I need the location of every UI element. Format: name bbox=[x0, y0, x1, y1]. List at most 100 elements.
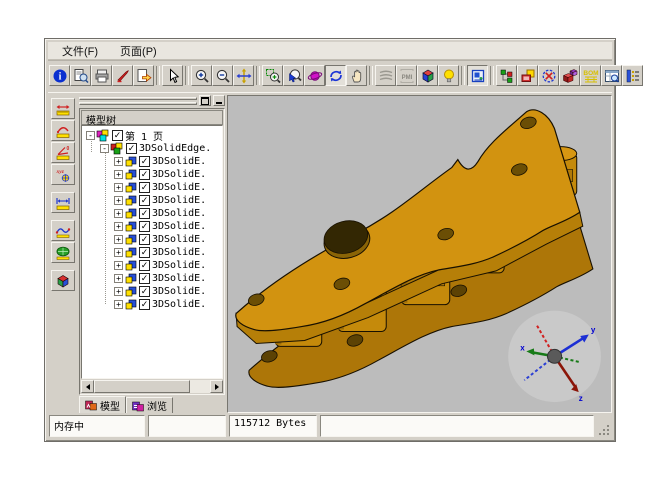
measure-area-button[interactable] bbox=[51, 242, 75, 263]
checkbox-checked[interactable]: ✓ bbox=[139, 260, 150, 271]
zoom-select-button[interactable] bbox=[283, 65, 304, 86]
zoom-in-button[interactable] bbox=[191, 65, 212, 86]
layers-button[interactable] bbox=[375, 65, 396, 86]
expander-plus[interactable]: + bbox=[114, 196, 123, 205]
orientation-gizmo[interactable]: x y z bbox=[508, 311, 601, 403]
print-preview-button[interactable] bbox=[70, 65, 91, 86]
menu-file[interactable]: 文件(F) bbox=[62, 43, 98, 59]
tree-row-part[interactable]: +✓3DSolidE. bbox=[82, 272, 222, 285]
tree-list-button[interactable] bbox=[622, 65, 643, 86]
expander-plus[interactable]: + bbox=[114, 287, 123, 296]
expander-plus[interactable]: + bbox=[114, 274, 123, 283]
tree-row-part[interactable]: +✓3DSolidE. bbox=[82, 168, 222, 181]
measure-distance-button[interactable] bbox=[51, 98, 75, 119]
view-cube-button[interactable] bbox=[417, 65, 438, 86]
expander-minus[interactable]: - bbox=[86, 131, 95, 140]
checkbox-checked[interactable]: ✓ bbox=[112, 130, 123, 141]
snapshot-button[interactable] bbox=[517, 65, 538, 86]
svg-text:xyz: xyz bbox=[56, 169, 65, 175]
measure-gap-button[interactable] bbox=[51, 192, 75, 213]
tree-row-part[interactable]: +✓3DSolidE. bbox=[82, 207, 222, 220]
scroll-right-button[interactable] bbox=[210, 380, 223, 393]
tree-row-part[interactable]: +✓3DSolidE. bbox=[82, 233, 222, 246]
panel-gripper[interactable] bbox=[79, 97, 197, 105]
checkbox-checked[interactable]: ✓ bbox=[139, 286, 150, 297]
checkbox-checked[interactable]: ✓ bbox=[139, 273, 150, 284]
spin-button[interactable] bbox=[325, 65, 346, 86]
tree-row-part[interactable]: +✓3DSolidE. bbox=[82, 194, 222, 207]
scroll-track[interactable] bbox=[190, 380, 210, 393]
measure-curve-button[interactable] bbox=[51, 120, 75, 141]
viewport-3d[interactable]: x y z bbox=[227, 95, 612, 413]
scroll-left-button[interactable] bbox=[81, 380, 94, 393]
measure-box-button[interactable] bbox=[51, 270, 75, 291]
select-button[interactable] bbox=[162, 65, 183, 86]
checkbox-checked[interactable]: ✓ bbox=[139, 169, 150, 180]
checkbox-checked[interactable]: ✓ bbox=[126, 143, 137, 154]
pmi-button[interactable]: PMI bbox=[396, 65, 417, 86]
resize-grip[interactable] bbox=[597, 415, 611, 437]
checkbox-checked[interactable]: ✓ bbox=[139, 195, 150, 206]
tree-row-part[interactable]: +✓3DSolidE. bbox=[82, 220, 222, 233]
info-button[interactable]: i bbox=[49, 65, 70, 86]
tree-row-page[interactable]: - ✓ 第 1 页 bbox=[82, 129, 222, 142]
checkbox-checked[interactable]: ✓ bbox=[139, 247, 150, 258]
markup-button[interactable] bbox=[112, 65, 133, 86]
print-button[interactable] bbox=[91, 65, 112, 86]
report-table-button[interactable] bbox=[601, 65, 622, 86]
toolbar-separator bbox=[156, 66, 160, 85]
zoom-window-button[interactable] bbox=[262, 65, 283, 86]
measure-coordinate-button[interactable]: xyz bbox=[51, 164, 75, 185]
expander-plus[interactable]: + bbox=[114, 300, 123, 309]
desktop: { "menu": { "file": "文件(F)", "page": "页面… bbox=[0, 0, 660, 477]
orbit-button[interactable] bbox=[304, 65, 325, 86]
expander-plus[interactable]: + bbox=[114, 248, 123, 257]
export-file-icon bbox=[136, 68, 152, 84]
tree-label: 3DSolidE. bbox=[152, 182, 206, 193]
update-view-button[interactable] bbox=[538, 65, 559, 86]
tree-row-part[interactable]: +✓3DSolidE. bbox=[82, 285, 222, 298]
assembly-tree-button[interactable] bbox=[496, 65, 517, 86]
measure-polyline-button[interactable] bbox=[51, 220, 75, 241]
tree-row-part[interactable]: +✓3DSolidE. bbox=[82, 298, 222, 311]
notebook-button[interactable] bbox=[467, 65, 488, 86]
tab-model[interactable]: 模型 bbox=[79, 396, 126, 413]
main-area: 0 xyz 模型树 bbox=[48, 93, 612, 413]
tree-row-assembly[interactable]: - ✓ 3DSolidEdge. bbox=[82, 142, 222, 155]
zoom-out-button[interactable] bbox=[212, 65, 233, 86]
checkbox-checked[interactable]: ✓ bbox=[139, 234, 150, 245]
tree-label: 3DSolidE. bbox=[152, 260, 206, 271]
parts-button[interactable] bbox=[559, 65, 580, 86]
pan-button[interactable] bbox=[233, 65, 254, 86]
panel-restore-button[interactable] bbox=[199, 95, 211, 106]
panel-minimize-button[interactable] bbox=[213, 95, 225, 106]
expander-minus[interactable]: - bbox=[100, 144, 109, 153]
tree-row-part[interactable]: +✓3DSolidE. bbox=[82, 246, 222, 259]
bom-button[interactable]: BOM bbox=[580, 65, 601, 86]
checkbox-checked[interactable]: ✓ bbox=[139, 221, 150, 232]
expander-plus[interactable]: + bbox=[114, 170, 123, 179]
tree-row-part[interactable]: +✓3DSolidE. bbox=[82, 155, 222, 168]
expander-plus[interactable]: + bbox=[114, 222, 123, 231]
checkbox-checked[interactable]: ✓ bbox=[139, 299, 150, 310]
scroll-thumb[interactable] bbox=[94, 380, 190, 393]
export-button[interactable] bbox=[133, 65, 154, 86]
tree-row-part[interactable]: + ✓3DSolidE. bbox=[82, 181, 222, 194]
tree-hscrollbar[interactable] bbox=[81, 380, 223, 393]
checkbox-checked[interactable]: ✓ bbox=[139, 182, 150, 193]
model-tree[interactable]: - ✓ 第 1 页 - ✓ 3DSolidEdge. +✓3DSolidE. +… bbox=[81, 125, 223, 379]
status-memory: 内存中 bbox=[49, 415, 145, 437]
pan-hand-button[interactable] bbox=[346, 65, 367, 86]
tree-row-part[interactable]: + ✓3DSolidE. bbox=[82, 259, 222, 272]
measure-angle-button[interactable]: 0 bbox=[51, 142, 75, 163]
expander-plus[interactable]: + bbox=[114, 183, 123, 192]
light-button[interactable] bbox=[438, 65, 459, 86]
checkbox-checked[interactable]: ✓ bbox=[139, 208, 150, 219]
menu-page[interactable]: 页面(P) bbox=[120, 43, 157, 59]
expander-plus[interactable]: + bbox=[114, 261, 123, 270]
expander-plus[interactable]: + bbox=[114, 235, 123, 244]
expander-plus[interactable]: + bbox=[114, 157, 123, 166]
checkbox-checked[interactable]: ✓ bbox=[139, 156, 150, 167]
tab-browse[interactable]: 浏览 bbox=[126, 397, 173, 413]
expander-plus[interactable]: + bbox=[114, 209, 123, 218]
